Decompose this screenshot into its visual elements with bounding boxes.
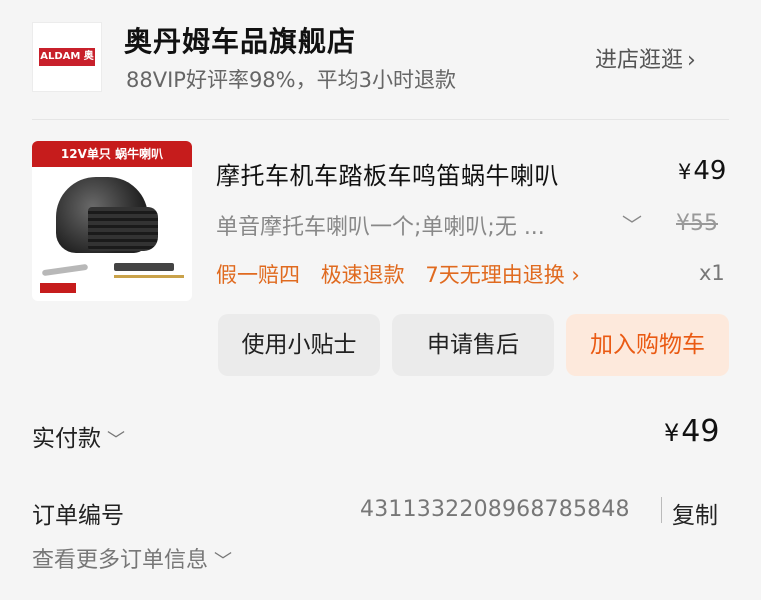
tag-fake-compensation: 假一赔四 xyxy=(216,263,300,287)
store-logo[interactable]: ALDAM 奥丹姆 xyxy=(32,22,102,92)
copy-separator xyxy=(661,497,662,523)
product-image-banner: 12V单只 蜗牛喇叭 xyxy=(32,141,192,167)
tag-shape xyxy=(40,283,76,293)
product-title[interactable]: 摩托车机车踏板车鸣笛蜗牛喇叭 xyxy=(216,156,559,191)
tag-7day-return[interactable]: 7天无理由退换 › xyxy=(425,263,579,287)
visit-store-label: 进店逛逛 xyxy=(595,48,684,73)
after-sale-button[interactable]: 申请售后 xyxy=(392,314,554,376)
visit-store-link[interactable]: 进店逛逛 › xyxy=(595,42,696,74)
paid-amount: ¥49 xyxy=(664,414,719,449)
amount-symbol: ¥ xyxy=(664,419,680,447)
product-sku[interactable]: 单音摩托车喇叭一个;单喇叭;无 ... xyxy=(216,209,616,241)
copy-button[interactable]: 复制 xyxy=(672,496,718,530)
original-price: ¥55 xyxy=(676,211,718,236)
order-number-label: 订单编号 xyxy=(32,503,124,529)
more-order-info-label: 查看更多订单信息 xyxy=(32,548,209,573)
tag-fast-refund: 极速退款 xyxy=(320,263,405,287)
quantity: x1 xyxy=(699,261,725,285)
logo-text: ALDAM 奥丹姆 xyxy=(39,48,95,80)
wrench-shape xyxy=(41,263,89,277)
wire-shape xyxy=(114,275,184,278)
order-number: 4311332208968785848 xyxy=(360,497,630,522)
paid-label: 实付款 xyxy=(32,426,101,452)
product-image[interactable]: 12V单只 蜗牛喇叭 xyxy=(32,141,192,301)
add-to-cart-button[interactable]: 加入购物车 xyxy=(566,314,729,376)
store-header: ALDAM 奥丹姆 奥丹姆车品旗舰店 88VIP好评率98%，平均3小时退款 进… xyxy=(0,0,761,120)
service-tags: 假一赔四 极速退款 7天无理由退换 › xyxy=(216,259,594,289)
product-price: ¥49 xyxy=(678,156,726,186)
chevron-right-icon: › xyxy=(687,48,696,73)
usage-tips-button[interactable]: 使用小贴士 xyxy=(218,314,380,376)
store-name[interactable]: 奥丹姆车品旗舰店 xyxy=(124,20,356,60)
price-value: 49 xyxy=(693,156,727,186)
amount-value: 49 xyxy=(681,414,720,449)
divider xyxy=(32,119,729,120)
store-subtitle: 88VIP好评率98%，平均3小时退款 xyxy=(126,68,456,92)
paid-amount-toggle[interactable]: 实付款 ﹀ xyxy=(32,419,125,453)
chevron-down-icon: ﹀ xyxy=(214,551,233,572)
horn-grill-shape xyxy=(88,207,158,251)
price-symbol: ¥ xyxy=(678,160,692,184)
chevron-down-icon[interactable]: ﹀ xyxy=(622,209,642,238)
more-order-info-link[interactable]: 查看更多订单信息 ﹀ xyxy=(32,542,232,574)
chevron-down-icon: ﹀ xyxy=(107,430,125,451)
bracket-shape xyxy=(114,263,174,271)
